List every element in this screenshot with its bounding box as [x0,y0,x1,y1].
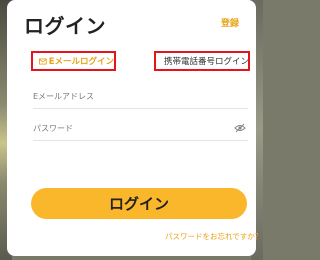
tab-email-login[interactable]: Eメールログイン [31,51,116,71]
login-modal: ログイン 登録 Eメールログイン 携帯電話番号ログイン ログイン パスワードをお… [7,0,262,256]
tab-email-label: Eメールログイン [48,57,114,67]
password-input[interactable] [33,118,233,138]
tab-phone-login[interactable]: 携帯電話番号ログイン [154,51,250,71]
email-field [33,86,248,109]
email-input[interactable] [33,86,233,106]
login-button[interactable]: ログイン [31,188,247,219]
register-link[interactable]: 登録 [221,16,239,29]
forgot-password-link[interactable]: パスワードをお忘れですか？ [165,231,262,242]
page-title: ログイン [24,14,106,38]
eye-off-icon[interactable] [234,123,246,133]
password-field [33,118,248,141]
mail-icon [39,58,47,64]
tab-phone-label: 携帯電話番号ログイン [164,57,250,67]
